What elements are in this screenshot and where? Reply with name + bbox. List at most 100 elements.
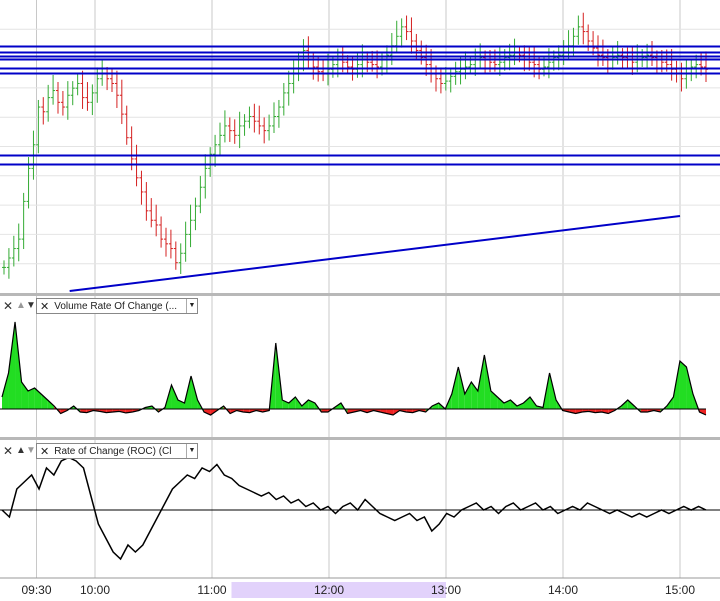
- price-bar: [458, 56, 463, 85]
- price-bar: [404, 15, 409, 41]
- price-bar: [178, 243, 183, 275]
- price-bar: [429, 49, 434, 83]
- price-bar: [11, 235, 16, 267]
- price-bar: [218, 122, 222, 155]
- price-bar: [669, 49, 674, 81]
- remove-indicator-icon[interactable]: ✕: [40, 300, 49, 313]
- price-bar: [689, 59, 694, 82]
- price-bar: [394, 20, 399, 53]
- x-tick-label: 14:00: [548, 583, 578, 597]
- price-bar: [114, 70, 119, 108]
- price-bar: [188, 204, 193, 248]
- panel-separator: [0, 437, 720, 440]
- price-bar: [183, 221, 188, 262]
- price-bar: [227, 117, 232, 142]
- price-bar: [252, 103, 257, 133]
- move-down-arrow-icon[interactable]: ▼: [26, 445, 36, 457]
- price-bar: [276, 99, 281, 128]
- volume-roc-area: [679, 361, 687, 409]
- price-bar: [124, 105, 129, 145]
- price-bar: [556, 45, 561, 71]
- move-down-arrow-icon[interactable]: ▼: [26, 300, 36, 312]
- price-bar: [2, 260, 6, 275]
- price-bar: [257, 105, 262, 135]
- volume-roc-area: [497, 397, 504, 409]
- price-bar: [149, 198, 154, 228]
- price-bar: [301, 39, 306, 72]
- price-bar: [173, 241, 178, 270]
- price-bar: [41, 97, 46, 125]
- price-bar: [566, 30, 571, 60]
- price-bar: [581, 12, 586, 45]
- price-bar: [60, 91, 65, 116]
- price-bar: [443, 66, 448, 91]
- volume-roc-line: [1, 321, 707, 416]
- volume-roc-header: ✕ ▲ ▼ ✕ Volume Rate Of Change (... ▼: [2, 297, 198, 315]
- close-panel-button[interactable]: ✕: [2, 444, 14, 458]
- chevron-down-icon[interactable]: ▼: [186, 444, 197, 458]
- price-bar: [85, 82, 90, 111]
- move-up-arrow-icon[interactable]: ▲: [16, 445, 26, 457]
- price-bar: [21, 192, 26, 250]
- price-bar: [144, 182, 149, 221]
- price-bar: [625, 47, 630, 69]
- price-bar: [46, 84, 51, 122]
- price-bar: [90, 84, 95, 116]
- price-bar: [198, 175, 203, 214]
- x-tick-label: 13:00: [431, 583, 461, 597]
- price-bar: [576, 15, 581, 45]
- roc-indicator-selector[interactable]: ✕ Rate of Change (ROC) (Cl ▼: [36, 443, 198, 459]
- price-bar: [16, 223, 21, 262]
- price-bar: [438, 67, 443, 94]
- price-bar: [213, 134, 218, 167]
- price-bar: [75, 73, 80, 96]
- price-bar: [360, 44, 365, 78]
- chevron-down-icon[interactable]: ▼: [186, 299, 197, 313]
- price-bar: [105, 66, 110, 91]
- price-bar: [674, 60, 679, 83]
- price-bar: [596, 35, 600, 67]
- indicator-label: Rate of Change (ROC) (Cl: [54, 445, 172, 457]
- price-bar: [159, 216, 164, 248]
- price-bar: [610, 46, 615, 70]
- x-tick-label: 15:00: [665, 583, 695, 597]
- price-bar: [70, 81, 75, 106]
- remove-indicator-icon[interactable]: ✕: [40, 445, 49, 458]
- price-bar: [134, 144, 139, 187]
- price-bar: [699, 51, 704, 76]
- x-tick-label: 12:00: [314, 583, 344, 597]
- panel-separator: [0, 293, 720, 296]
- move-up-arrow-icon[interactable]: ▲: [16, 300, 26, 312]
- x-tick-label: 11:00: [197, 583, 226, 597]
- price-bar: [80, 70, 85, 109]
- price-bar: [650, 41, 654, 67]
- indicator-label: Volume Rate Of Change (...: [54, 300, 178, 312]
- price-bar: [267, 114, 272, 141]
- volume-roc-area: [464, 382, 472, 409]
- roc-header: ✕ ▲ ▼ ✕ Rate of Change (ROC) (Cl ▼: [2, 442, 198, 460]
- price-bar: [222, 110, 227, 143]
- price-bar: [203, 154, 208, 199]
- price-bar: [345, 55, 350, 75]
- price-bar: [110, 68, 114, 92]
- price-bar: [399, 18, 404, 48]
- price-bar: [193, 197, 198, 231]
- price-bar: [56, 82, 60, 114]
- x-tick-label: 10:00: [80, 583, 110, 597]
- volume-roc-indicator-selector[interactable]: ✕ Volume Rate Of Change (... ▼: [36, 298, 198, 314]
- price-bar: [321, 58, 326, 82]
- price-bar: [65, 81, 70, 120]
- x-tick-label: 09:30: [21, 583, 51, 597]
- price-bar: [51, 74, 56, 105]
- volume-roc-area: [523, 397, 530, 409]
- price-bar: [262, 117, 267, 144]
- price-bar: [232, 119, 237, 144]
- price-bar: [164, 227, 168, 257]
- price-bar: [409, 17, 414, 54]
- volume-roc-area: [288, 397, 296, 409]
- price-bar: [497, 46, 502, 76]
- close-panel-button[interactable]: ✕: [2, 299, 14, 313]
- roc-line: [1, 456, 707, 561]
- price-bar: [630, 47, 635, 75]
- price-bar: [154, 204, 159, 237]
